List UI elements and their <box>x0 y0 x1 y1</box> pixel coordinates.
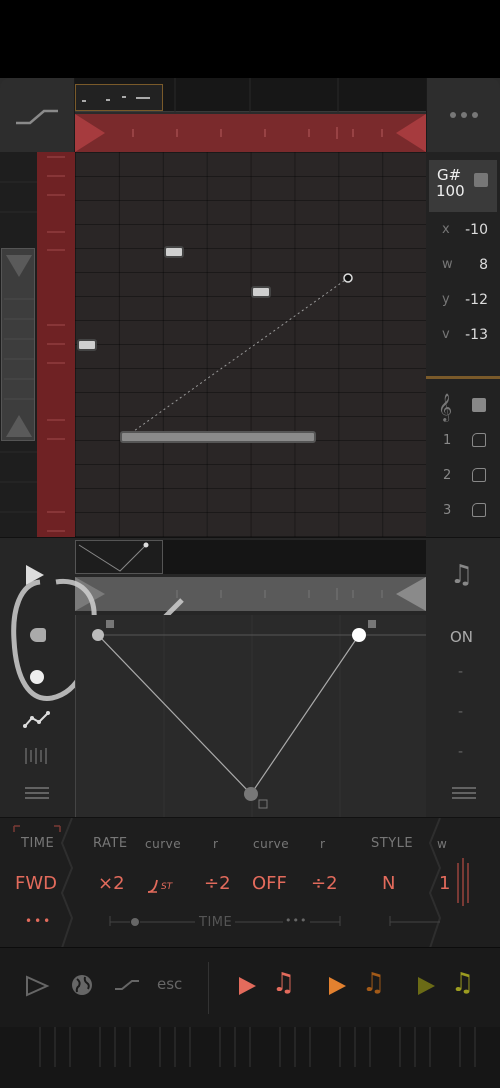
rate-multiply-value[interactable]: ×2 <box>98 873 125 894</box>
inspector-value: -13 <box>465 327 488 343</box>
inspector-row-w[interactable]: w 8 <box>426 257 500 287</box>
note-grid[interactable] <box>75 152 426 537</box>
divider <box>426 376 500 379</box>
inspector-row-y[interactable]: y -12 <box>426 292 500 322</box>
inspector-value: 8 <box>479 257 488 273</box>
music-note-icon[interactable]: ♫ <box>362 968 385 998</box>
more-dots-icon <box>450 112 478 118</box>
mode-button[interactable] <box>0 78 75 152</box>
more-params-button[interactable]: ••• <box>25 914 52 928</box>
play-track-2-button[interactable] <box>329 977 346 995</box>
overview-selection[interactable] <box>75 84 163 111</box>
parameter-panel: TIME RATE curve r curve r STYLE w FWD ×2… <box>0 817 500 948</box>
layer-shape-icon[interactable] <box>472 433 486 447</box>
more-button[interactable] <box>426 78 500 152</box>
globe-icon[interactable] <box>70 973 94 997</box>
esc-button[interactable]: esc <box>157 975 182 993</box>
note-block[interactable] <box>77 339 97 351</box>
menu-icon[interactable] <box>451 786 477 800</box>
width-value[interactable]: 1 <box>439 873 450 894</box>
envelope-option[interactable]: - <box>458 664 463 680</box>
envelope-overview-selection[interactable] <box>75 540 163 574</box>
param-label-time: TIME <box>21 836 55 851</box>
envelope-option[interactable]: - <box>458 704 463 720</box>
play-outline-icon[interactable] <box>24 974 50 998</box>
parameter-dividers <box>13 818 469 948</box>
inspector-key: x <box>442 222 450 237</box>
mode-ramp-icon <box>16 109 58 125</box>
square-icon[interactable] <box>474 173 488 187</box>
envelope-icon[interactable] <box>22 708 52 732</box>
rate-divide-value[interactable]: ÷2 <box>204 873 231 894</box>
envelope-editor[interactable] <box>75 615 427 817</box>
treble-clef-icon[interactable]: 𝄞 <box>438 393 452 421</box>
music-note-icon[interactable]: ♫ <box>451 968 474 998</box>
inspector-key: v <box>442 327 450 342</box>
layer-number: 1 <box>443 433 452 448</box>
inspector-row-x[interactable]: x -10 <box>426 222 500 252</box>
curve-st-label: ST <box>161 882 173 892</box>
param-label-rate: RATE <box>93 836 128 851</box>
note-block[interactable] <box>251 286 271 298</box>
note-block-long[interactable] <box>120 431 316 443</box>
curve-off-value[interactable]: OFF <box>252 873 287 894</box>
param-label-style: STYLE <box>371 836 414 851</box>
bottom-toolbar: esc ♫ ♫ ♫ <box>0 947 500 1027</box>
menu-icon[interactable] <box>24 786 50 800</box>
param-label-w: w <box>437 837 448 851</box>
inspector-key: y <box>442 292 450 307</box>
envelope-option[interactable]: - <box>458 744 463 760</box>
curve-st-value[interactable]: ST <box>145 874 183 896</box>
note-block[interactable] <box>164 246 184 258</box>
play-track-3-button[interactable] <box>418 977 435 995</box>
inspector-key: w <box>442 257 453 272</box>
time-direction-value[interactable]: FWD <box>15 873 57 894</box>
param-label-r: r <box>213 837 219 851</box>
music-note-icon[interactable]: ♫ <box>272 968 295 998</box>
inspector-value: -12 <box>465 292 488 308</box>
barcode-icon[interactable] <box>22 744 52 768</box>
note-tag[interactable]: G# 100 <box>429 160 497 212</box>
time-group-more[interactable]: ••• <box>285 914 307 927</box>
toolbar-divider <box>208 962 209 1014</box>
pitch-ruler[interactable] <box>37 152 75 537</box>
layer-number: 3 <box>443 503 452 518</box>
style-value[interactable]: N <box>382 873 395 894</box>
envelope-toggle[interactable]: ON <box>450 628 473 646</box>
param-label-curve-2: curve <box>253 837 290 851</box>
layer-shape-icon[interactable] <box>472 468 486 482</box>
loop-ruler[interactable] <box>75 114 426 152</box>
music-note-icon[interactable]: ♫ <box>450 560 473 590</box>
rate-divide-value-2[interactable]: ÷2 <box>311 873 338 894</box>
inspector-value: -10 <box>465 222 488 238</box>
play-track-1-button[interactable] <box>239 977 256 995</box>
keyboard-strip[interactable] <box>0 1027 500 1088</box>
layer-shape-icon[interactable] <box>472 503 486 517</box>
ramp-icon[interactable] <box>113 976 141 994</box>
square-icon[interactable] <box>472 398 486 412</box>
param-label-r-2: r <box>320 837 326 851</box>
inspector-row-v[interactable]: v -13 <box>426 327 500 357</box>
pitch-scroll-handle[interactable] <box>1 248 35 441</box>
note-velocity: 100 <box>436 182 465 200</box>
param-label-curve: curve <box>145 837 182 851</box>
time-group-label: TIME <box>199 915 233 930</box>
layer-number: 2 <box>443 468 452 483</box>
